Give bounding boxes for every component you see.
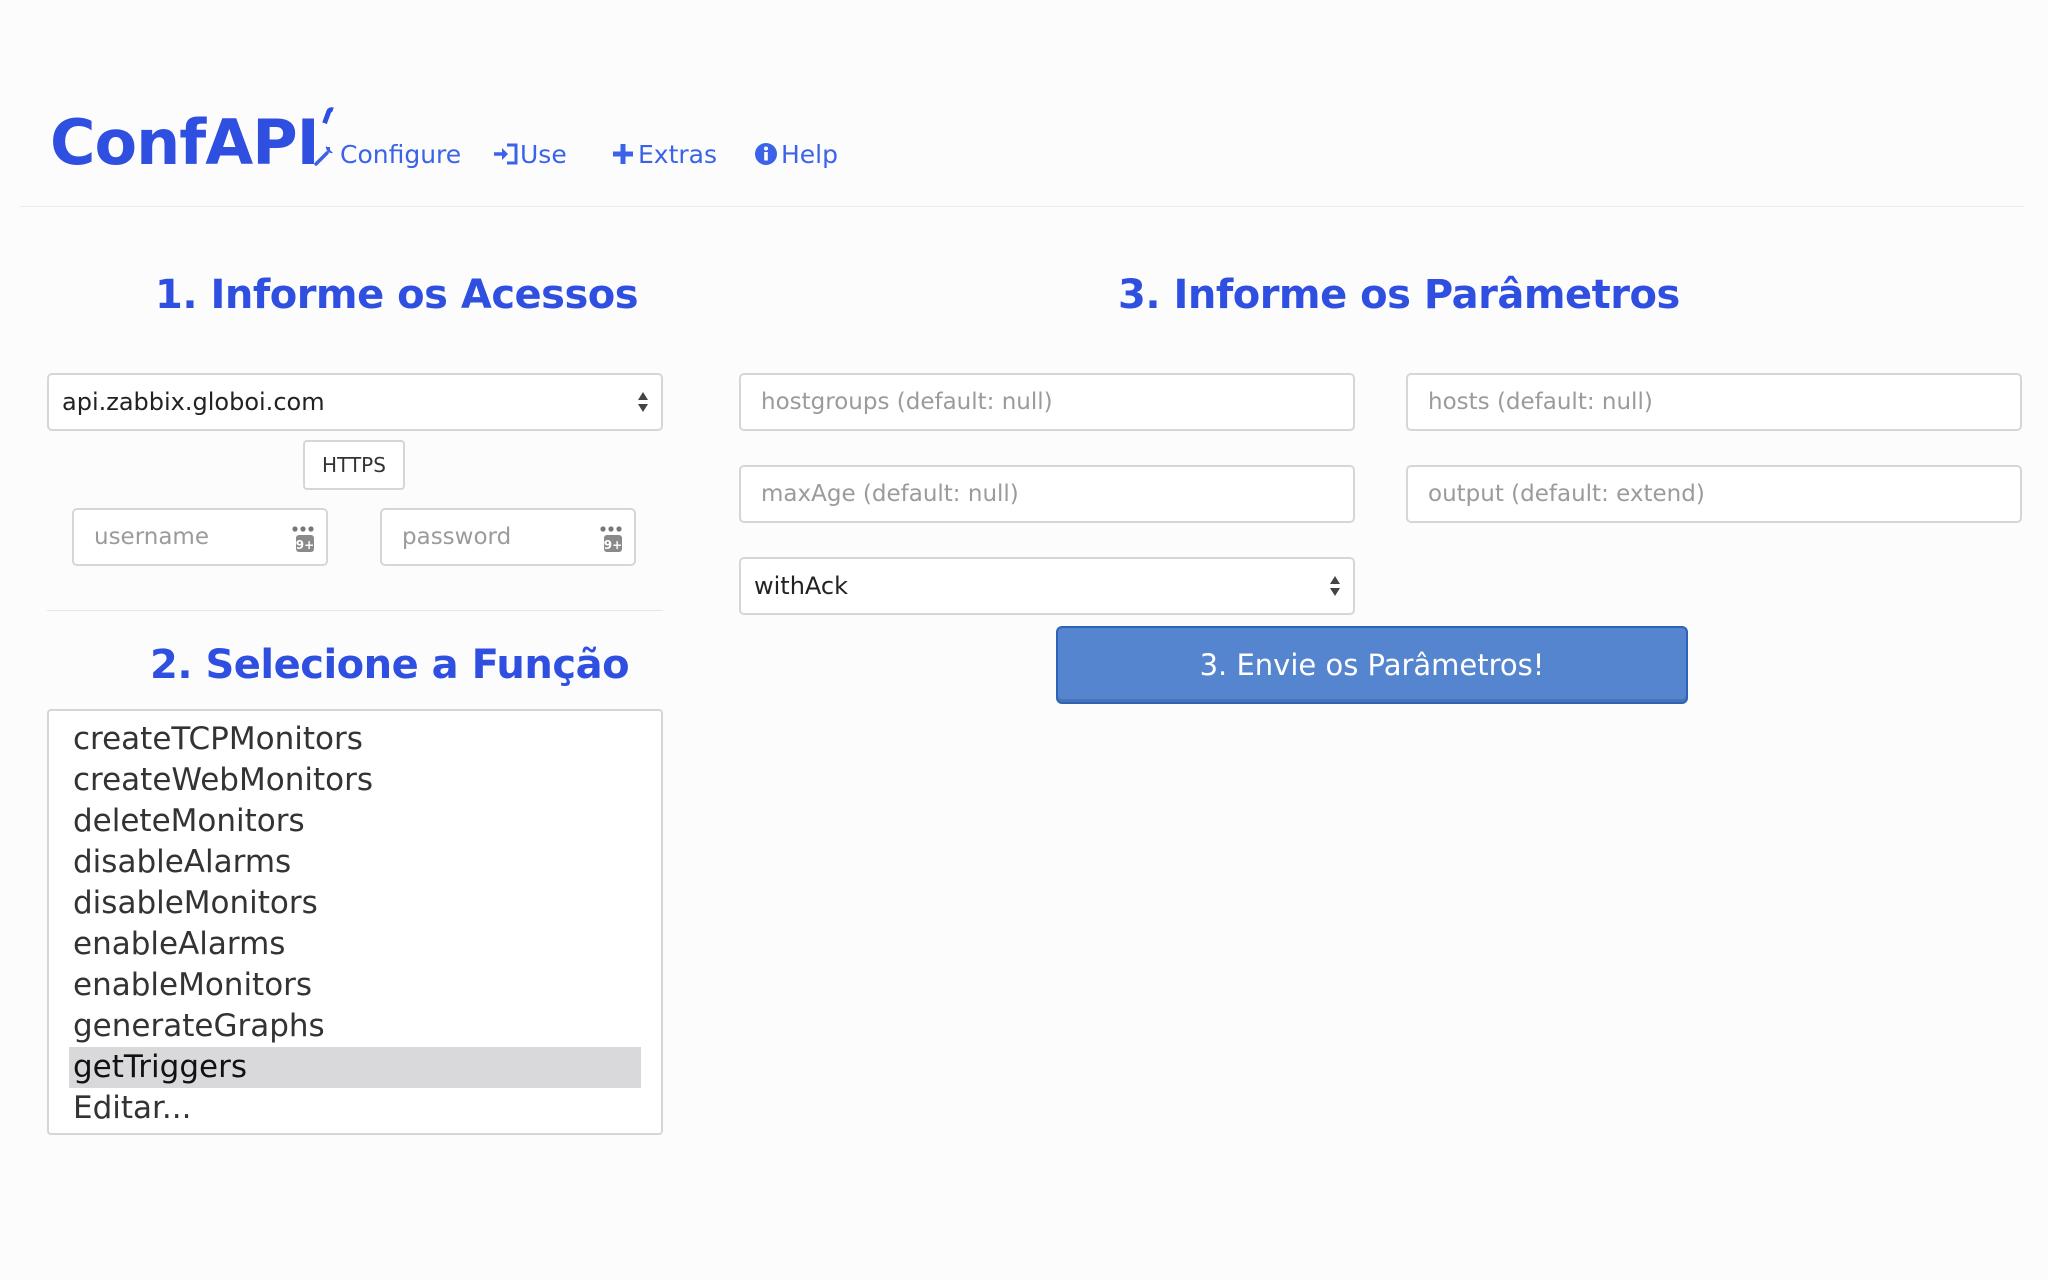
- function-listbox[interactable]: createTCPMonitors createWebMonitors dele…: [47, 709, 663, 1135]
- list-item[interactable]: disableAlarms: [69, 842, 641, 883]
- withack-select[interactable]: withAck: [739, 557, 1355, 615]
- hosts-input[interactable]: [1428, 389, 2020, 415]
- nav-help[interactable]: Help: [753, 136, 838, 172]
- brand-name: ConfAPI: [50, 106, 320, 179]
- svg-text:9+: 9+: [296, 538, 314, 552]
- params-section-title: 3. Informe os Parâmetros: [1118, 272, 1680, 318]
- username-field[interactable]: 9+: [72, 508, 328, 566]
- nav-use[interactable]: Use: [492, 136, 567, 172]
- submit-params-button[interactable]: 3. Envie os Parâmetros!: [1056, 626, 1688, 704]
- sign-in-icon: [492, 141, 518, 167]
- list-item[interactable]: Editar...: [69, 1088, 641, 1129]
- list-item[interactable]: createTCPMonitors: [69, 719, 641, 760]
- list-item[interactable]: enableMonitors: [69, 965, 641, 1006]
- nav-help-label: Help: [781, 139, 838, 169]
- brand-logo[interactable]: ConfAPI: [50, 105, 334, 174]
- withack-select-value: withAck: [754, 572, 849, 600]
- password-field[interactable]: 9+: [380, 508, 636, 566]
- navbar: ConfAPI Configure Use Extras Help: [20, 0, 2024, 207]
- keypad-icon[interactable]: 9+: [598, 524, 626, 554]
- keypad-icon[interactable]: 9+: [290, 524, 318, 554]
- select-arrows-icon: [1329, 574, 1341, 598]
- hostgroups-field[interactable]: [739, 373, 1355, 431]
- server-select[interactable]: api.zabbix.globoi.com: [47, 373, 663, 431]
- https-toggle-button[interactable]: HTTPS: [303, 440, 405, 490]
- list-item[interactable]: disableMonitors: [69, 883, 641, 924]
- access-section-title: 1. Informe os Acessos: [155, 272, 639, 318]
- svg-text:9+: 9+: [604, 538, 622, 552]
- list-item-selected[interactable]: getTriggers: [69, 1047, 641, 1088]
- maxage-field[interactable]: [739, 465, 1355, 523]
- list-item[interactable]: deleteMonitors: [69, 801, 641, 842]
- function-section-title: 2. Selecione a Função: [150, 642, 630, 688]
- wrench-icon: [312, 141, 338, 167]
- maxage-input[interactable]: [761, 481, 1353, 507]
- nav-configure-label: Configure: [340, 139, 462, 169]
- hostgroups-input[interactable]: [761, 389, 1353, 415]
- list-item[interactable]: enableAlarms: [69, 924, 641, 965]
- section-divider: [47, 610, 663, 611]
- nav-configure[interactable]: Configure: [312, 136, 461, 172]
- output-input[interactable]: [1428, 481, 2020, 507]
- output-field[interactable]: [1406, 465, 2022, 523]
- brand-wrench-accent: [321, 105, 334, 125]
- plus-icon: [610, 141, 636, 167]
- list-item[interactable]: createWebMonitors: [69, 760, 641, 801]
- nav-use-label: Use: [520, 139, 567, 169]
- hosts-field[interactable]: [1406, 373, 2022, 431]
- info-circle-icon: [753, 141, 779, 167]
- list-item[interactable]: generateGraphs: [69, 1006, 641, 1047]
- nav-extras[interactable]: Extras: [610, 136, 717, 172]
- select-arrows-icon: [637, 390, 649, 414]
- server-select-value: api.zabbix.globoi.com: [62, 388, 325, 416]
- nav-extras-label: Extras: [638, 139, 718, 169]
